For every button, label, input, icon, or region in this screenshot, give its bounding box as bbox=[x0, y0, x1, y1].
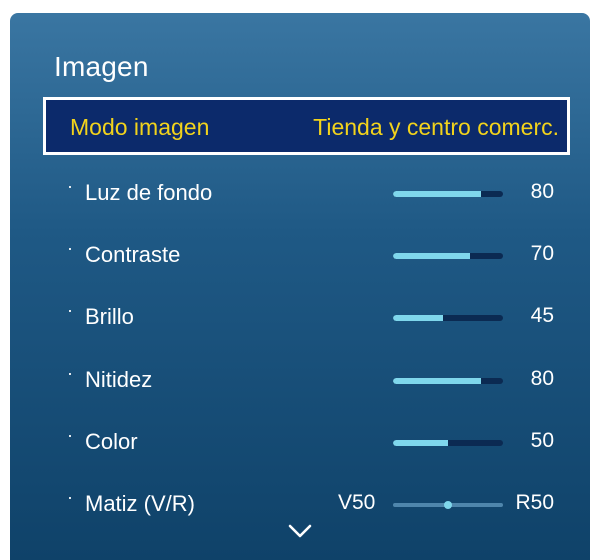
bullet: · bbox=[67, 487, 73, 507]
menu-item-label: Matiz (V/R) bbox=[85, 491, 195, 516]
slider-fill bbox=[393, 378, 481, 384]
contrast-slider[interactable] bbox=[393, 253, 503, 259]
tint-slider[interactable] bbox=[393, 501, 503, 509]
menu-item-value: 70 bbox=[530, 242, 554, 265]
backlight-slider[interactable] bbox=[393, 191, 503, 197]
slider-fill bbox=[393, 440, 448, 446]
menu-item-label: Brillo bbox=[85, 304, 134, 329]
slider-handle[interactable] bbox=[444, 501, 452, 509]
menu-item-label: Nitidez bbox=[85, 367, 153, 392]
menu-item-tint[interactable]: · Matiz (V/R) V50 R50 bbox=[10, 484, 590, 524]
menu-item-label: Contraste bbox=[85, 242, 181, 267]
menu-item-value: 45 bbox=[530, 304, 554, 327]
menu-item-value: 80 bbox=[530, 180, 554, 203]
bullet: · bbox=[67, 176, 73, 196]
menu-item-backlight[interactable]: · Luz de fondo 80 bbox=[10, 173, 590, 213]
bullet: · bbox=[67, 363, 73, 383]
menu-item-brightness[interactable]: · Brillo 45 bbox=[10, 297, 590, 337]
menu-item-value: 80 bbox=[530, 367, 554, 390]
chevron-down-icon[interactable] bbox=[288, 523, 312, 539]
tint-green-value: V50 bbox=[338, 491, 376, 514]
sharpness-slider[interactable] bbox=[393, 378, 503, 384]
bullet: · bbox=[67, 238, 73, 258]
menu-item-sharpness[interactable]: · Nitidez 80 bbox=[10, 360, 590, 400]
bullet: · bbox=[67, 425, 73, 445]
slider-fill bbox=[393, 315, 443, 321]
color-slider[interactable] bbox=[393, 440, 503, 446]
menu-title: Imagen bbox=[54, 51, 149, 82]
slider-fill bbox=[393, 253, 470, 259]
menu-item-label: Color bbox=[85, 429, 138, 454]
menu-item-label: Luz de fondo bbox=[85, 180, 213, 205]
tint-red-value: R50 bbox=[515, 491, 554, 514]
picture-mode-label: Modo imagen bbox=[70, 114, 210, 140]
menu-item-value: 50 bbox=[530, 429, 554, 452]
picture-mode-value: Tienda y centro comerc. bbox=[313, 114, 559, 140]
slider-fill bbox=[393, 191, 481, 197]
picture-mode-row[interactable]: Modo imagen Tienda y centro comerc. bbox=[43, 97, 570, 155]
brightness-slider[interactable] bbox=[393, 315, 503, 321]
menu-item-color[interactable]: · Color 50 bbox=[10, 422, 590, 462]
picture-menu-panel: Imagen Modo imagen Tienda y centro comer… bbox=[10, 13, 590, 560]
bullet: · bbox=[67, 300, 73, 320]
menu-item-contrast[interactable]: · Contraste 70 bbox=[10, 235, 590, 275]
